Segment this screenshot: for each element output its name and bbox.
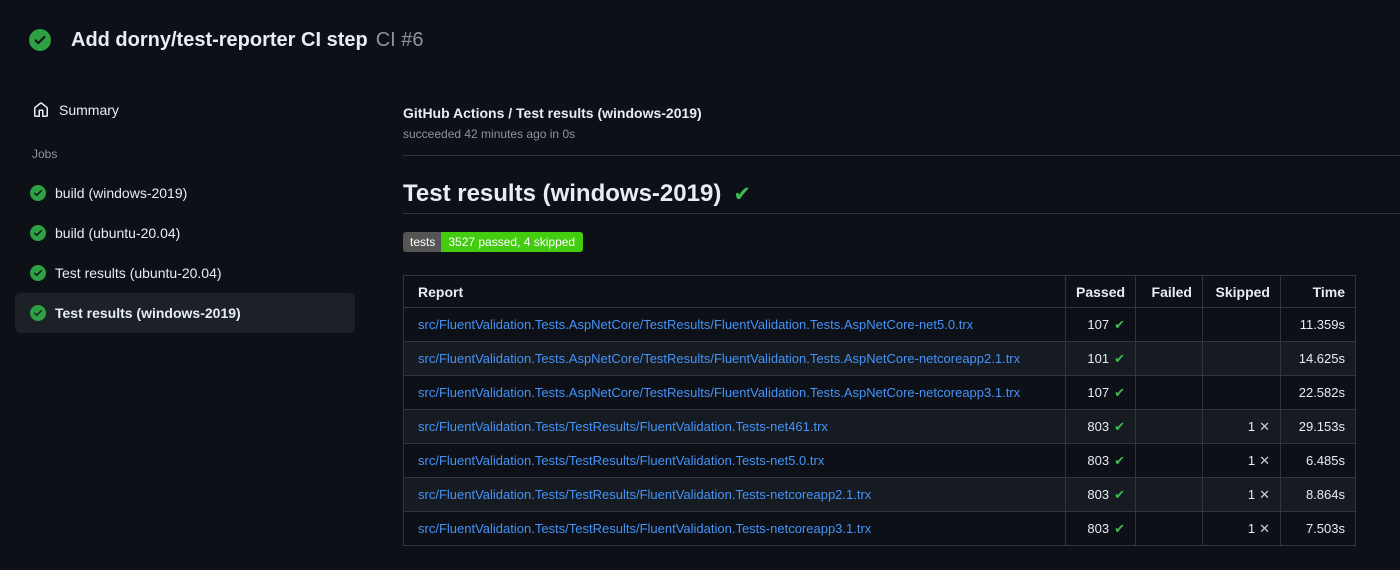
passed-cell: 803 ✔ bbox=[1065, 443, 1136, 478]
report-link[interactable]: src/FluentValidation.Tests.AspNetCore/Te… bbox=[418, 351, 1020, 366]
jobs-sidebar: Summary Jobs build (windows-2019) build … bbox=[0, 80, 403, 333]
failed-cell bbox=[1135, 409, 1203, 444]
passed-cell: 803 ✔ bbox=[1065, 477, 1136, 512]
passed-check-icon: ✔ bbox=[1114, 384, 1125, 400]
job-label: Test results (windows-2019) bbox=[55, 305, 241, 321]
run-success-check-circle-icon bbox=[29, 29, 51, 51]
header-divider bbox=[403, 155, 1400, 156]
skipped-cell bbox=[1202, 307, 1281, 342]
job-status-line: succeeded 42 minutes ago in 0s bbox=[403, 127, 576, 141]
summary-label: Summary bbox=[59, 102, 119, 118]
job-success-check-circle-icon bbox=[30, 225, 46, 241]
time-cell: 14.625s bbox=[1280, 341, 1356, 376]
run-title: Add dorny/test-reporter CI step bbox=[71, 28, 368, 51]
column-header-time: Time bbox=[1280, 275, 1356, 308]
skipped-cross-icon: ✕ bbox=[1259, 418, 1270, 434]
sidebar-item-test-results-windows-2019[interactable]: Test results (windows-2019) bbox=[15, 293, 355, 333]
passed-cell: 803 ✔ bbox=[1065, 409, 1136, 444]
column-header-failed: Failed bbox=[1135, 275, 1203, 308]
passed-check-icon: ✔ bbox=[1114, 316, 1125, 332]
report-link[interactable]: src/FluentValidation.Tests/TestResults/F… bbox=[418, 453, 824, 468]
job-success-check-circle-icon bbox=[30, 305, 46, 321]
skipped-cell: 1 ✕ bbox=[1202, 443, 1281, 478]
heading-check-icon: ✔ bbox=[733, 183, 751, 206]
job-success-check-circle-icon bbox=[30, 185, 46, 201]
skipped-cross-icon: ✕ bbox=[1259, 452, 1270, 468]
table-row: src/FluentValidation.Tests/TestResults/F… bbox=[403, 443, 1356, 478]
test-results-table: Report Passed Failed Skipped Time src/Fl… bbox=[403, 275, 1356, 546]
failed-cell bbox=[1135, 477, 1203, 512]
job-success-check-circle-icon bbox=[30, 265, 46, 281]
report-link[interactable]: src/FluentValidation.Tests/TestResults/F… bbox=[418, 521, 871, 536]
passed-cell: 107 ✔ bbox=[1065, 375, 1136, 410]
badge-value: 3527 passed, 4 skipped bbox=[441, 232, 584, 252]
sidebar-item-summary[interactable]: Summary bbox=[15, 96, 355, 124]
home-icon bbox=[33, 102, 49, 118]
time-cell: 8.864s bbox=[1280, 477, 1356, 512]
column-header-passed: Passed bbox=[1065, 275, 1136, 308]
failed-cell bbox=[1135, 443, 1203, 478]
badge-label: tests bbox=[403, 232, 442, 252]
failed-cell bbox=[1135, 307, 1203, 342]
passed-cell: 101 ✔ bbox=[1065, 341, 1136, 376]
skipped-cell: 1 ✕ bbox=[1202, 409, 1281, 444]
job-main-panel: GitHub Actions / Test results (windows-2… bbox=[403, 80, 1400, 546]
time-cell: 22.582s bbox=[1280, 375, 1356, 410]
run-number: CI #6 bbox=[375, 28, 424, 51]
job-label: build (ubuntu-20.04) bbox=[55, 225, 181, 241]
skipped-cell bbox=[1202, 375, 1281, 410]
passed-check-icon: ✔ bbox=[1114, 520, 1125, 536]
table-row: src/FluentValidation.Tests.AspNetCore/Te… bbox=[403, 307, 1356, 342]
passed-check-icon: ✔ bbox=[1114, 350, 1125, 366]
time-cell: 7.503s bbox=[1280, 511, 1356, 546]
jobs-heading: Jobs bbox=[32, 147, 58, 161]
column-header-report: Report bbox=[403, 275, 1066, 308]
skipped-cell: 1 ✕ bbox=[1202, 477, 1281, 512]
job-label: Test results (ubuntu-20.04) bbox=[55, 265, 222, 281]
job-title: GitHub Actions / Test results (windows-2… bbox=[403, 105, 702, 121]
time-cell: 6.485s bbox=[1280, 443, 1356, 478]
sidebar-item-build-windows-2019[interactable]: build (windows-2019) bbox=[15, 173, 355, 213]
table-row: src/FluentValidation.Tests/TestResults/F… bbox=[403, 511, 1356, 546]
passed-check-icon: ✔ bbox=[1114, 486, 1125, 502]
table-header-row: Report Passed Failed Skipped Time bbox=[403, 275, 1356, 308]
table-row: src/FluentValidation.Tests/TestResults/F… bbox=[403, 477, 1356, 512]
skipped-cross-icon: ✕ bbox=[1259, 520, 1270, 536]
job-label: build (windows-2019) bbox=[55, 185, 188, 201]
time-cell: 29.153s bbox=[1280, 409, 1356, 444]
table-row: src/FluentValidation.Tests.AspNetCore/Te… bbox=[403, 341, 1356, 376]
sidebar-item-build-ubuntu-2004[interactable]: build (ubuntu-20.04) bbox=[15, 213, 355, 253]
table-row: src/FluentValidation.Tests/TestResults/F… bbox=[403, 409, 1356, 444]
passed-check-icon: ✔ bbox=[1114, 418, 1125, 434]
report-link[interactable]: src/FluentValidation.Tests.AspNetCore/Te… bbox=[418, 385, 1020, 400]
passed-check-icon: ✔ bbox=[1114, 452, 1125, 468]
passed-cell: 107 ✔ bbox=[1065, 307, 1136, 342]
run-header: Add dorny/test-reporter CI step CI #6 bbox=[0, 0, 1400, 80]
report-link[interactable]: src/FluentValidation.Tests/TestResults/F… bbox=[418, 419, 828, 434]
table-row: src/FluentValidation.Tests.AspNetCore/Te… bbox=[403, 375, 1356, 410]
tests-badge[interactable]: tests 3527 passed, 4 skipped bbox=[403, 232, 584, 252]
skipped-cross-icon: ✕ bbox=[1259, 486, 1270, 502]
report-heading: Test results (windows-2019) ✔ bbox=[403, 182, 1400, 214]
passed-cell: 803 ✔ bbox=[1065, 511, 1136, 546]
report-link[interactable]: src/FluentValidation.Tests/TestResults/F… bbox=[418, 487, 871, 502]
time-cell: 11.359s bbox=[1280, 307, 1356, 342]
skipped-cell bbox=[1202, 341, 1281, 376]
failed-cell bbox=[1135, 375, 1203, 410]
failed-cell bbox=[1135, 511, 1203, 546]
skipped-cell: 1 ✕ bbox=[1202, 511, 1281, 546]
column-header-skipped: Skipped bbox=[1202, 275, 1281, 308]
report-link[interactable]: src/FluentValidation.Tests.AspNetCore/Te… bbox=[418, 317, 973, 332]
sidebar-item-test-results-ubuntu-2004[interactable]: Test results (ubuntu-20.04) bbox=[15, 253, 355, 293]
failed-cell bbox=[1135, 341, 1203, 376]
